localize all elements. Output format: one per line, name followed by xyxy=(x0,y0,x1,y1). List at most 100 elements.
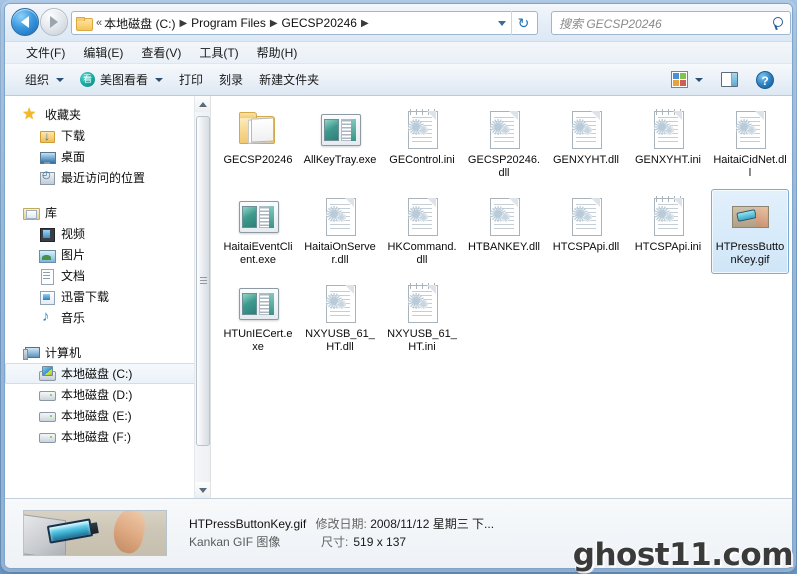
sidebar-item-videos[interactable]: 视频 xyxy=(5,223,210,244)
sidebar-item-drive-e[interactable]: 本地磁盘 (E:) xyxy=(5,405,210,426)
sidebar-label: 收藏夹 xyxy=(45,108,82,122)
file-item[interactable]: GENXYHT.ini xyxy=(629,102,707,187)
scroll-down-button[interactable] xyxy=(195,482,210,498)
toolbar-right-group: ? xyxy=(663,68,786,92)
new-folder-button[interactable]: 新建文件夹 xyxy=(251,68,327,91)
dll-file-icon xyxy=(726,107,774,151)
details-modified-label: 修改日期: xyxy=(315,516,367,531)
details-pane: HTPressButtonKey.gif 修改日期: 2008/11/12 星期… xyxy=(5,498,792,566)
sidebar-item-favorites[interactable]: 收藏夹 xyxy=(5,104,210,125)
preview-pane-button[interactable] xyxy=(713,69,746,90)
file-item[interactable]: HaitaiCidNet.dll xyxy=(711,102,789,187)
nav-group-computer: 计算机 本地磁盘 (C:) 本地磁盘 (D:) 本地磁盘 (E:) 本地磁盘 (… xyxy=(5,342,210,447)
breadcrumb-separator-icon[interactable]: ▶ xyxy=(361,18,369,29)
scroll-up-button[interactable] xyxy=(195,96,210,112)
sidebar-item-downloads[interactable]: 下载 xyxy=(5,125,210,146)
file-item[interactable]: NXYUSB_61_HT.dll xyxy=(301,276,379,361)
file-name: AllKeyTray.exe xyxy=(303,154,377,166)
address-history-dropdown-button[interactable] xyxy=(494,12,510,34)
file-item[interactable]: HTUnIECert.exe xyxy=(219,276,297,361)
file-item[interactable]: HTCSPApi.ini xyxy=(629,189,707,274)
nav-group-libraries: 库 视频 图片 文档 迅雷下载 ♪ 音乐 xyxy=(5,202,210,328)
sidebar-item-drive-f[interactable]: 本地磁盘 (F:) xyxy=(5,426,210,447)
sidebar-item-documents[interactable]: 文档 xyxy=(5,265,210,286)
dll-file-icon xyxy=(562,107,610,151)
file-item[interactable]: HKCommand.dll xyxy=(383,189,461,274)
back-button[interactable] xyxy=(11,8,39,36)
documents-icon xyxy=(39,268,55,285)
sidebar-label: 下载 xyxy=(61,129,86,143)
drive-icon xyxy=(39,408,56,424)
organize-button[interactable]: 组织 xyxy=(17,68,72,91)
sidebar-item-xunlei-download[interactable]: 迅雷下载 xyxy=(5,286,210,307)
dll-file-icon xyxy=(316,281,364,325)
forward-button[interactable] xyxy=(40,8,68,36)
sidebar-label: 文档 xyxy=(61,269,86,283)
file-item[interactable]: HTCSPApi.dll xyxy=(547,189,625,274)
meitu-viewer-button[interactable]: 看 美图看看 xyxy=(72,68,171,91)
preview-thumbnail xyxy=(23,509,167,556)
file-item[interactable]: HaitaiEventClient.exe xyxy=(219,189,297,274)
sidebar-label: 视频 xyxy=(61,227,86,241)
meitu-label: 美图看看 xyxy=(100,73,149,87)
ini-file-icon xyxy=(398,107,446,151)
file-item[interactable]: GEControl.ini xyxy=(383,102,461,187)
menu-item-file[interactable]: 文件(F) xyxy=(17,42,74,63)
application-icon xyxy=(234,194,282,238)
breadcrumb-item-program-files[interactable]: Program Files xyxy=(191,16,266,30)
file-item[interactable]: NXYUSB_61_HT.ini xyxy=(383,276,461,361)
refresh-button[interactable]: ↻ xyxy=(511,11,535,35)
file-name: GEControl.ini xyxy=(389,154,455,166)
print-button[interactable]: 打印 xyxy=(171,68,211,91)
menu-item-tools[interactable]: 工具(T) xyxy=(190,42,247,63)
sidebar-item-drive-c[interactable]: 本地磁盘 (C:) xyxy=(5,363,210,384)
change-view-button[interactable] xyxy=(663,68,711,91)
search-input[interactable]: 搜索 GECSP20246 xyxy=(551,11,791,35)
file-item[interactable]: GECSP20246 xyxy=(219,102,297,187)
file-name: HTBANKEY.dll xyxy=(468,241,540,253)
breadcrumb-item-current-folder[interactable]: GECSP20246 xyxy=(282,16,357,30)
search-placeholder: 搜索 GECSP20246 xyxy=(559,16,662,31)
navigation-tree: 收藏夹 下载 桌面 最近访问的位置 xyxy=(5,96,210,447)
breadcrumb-separator-icon[interactable]: ▶ xyxy=(179,18,187,29)
file-item[interactable]: GENXYHT.dll xyxy=(547,102,625,187)
file-item[interactable]: HaitaiOnServer.dll xyxy=(301,189,379,274)
breadcrumb-item-drive[interactable]: 本地磁盘 (C:) xyxy=(104,15,175,32)
system-drive-icon xyxy=(39,365,56,382)
menu-item-view[interactable]: 查看(V) xyxy=(132,42,190,63)
sidebar-item-computer[interactable]: 计算机 xyxy=(5,342,210,363)
file-name: GECSP20246.dll xyxy=(467,154,541,179)
sidebar-label: 最近访问的位置 xyxy=(61,171,146,185)
help-button[interactable]: ? xyxy=(748,68,782,92)
explorer-window: « 本地磁盘 (C:) ▶ Program Files ▶ GECSP20246… xyxy=(4,3,793,569)
details-row-secondary: Kankan GIF 图像 尺寸: 519 x 137 xyxy=(189,533,494,551)
command-toolbar: 组织 看 美图看看 打印 刻录 新建文件夹 ? xyxy=(5,64,792,96)
file-name: HaitaiEventClient.exe xyxy=(223,241,293,266)
file-item[interactable]: HTBANKEY.dll xyxy=(465,189,543,274)
sidebar-item-drive-d[interactable]: 本地磁盘 (D:) xyxy=(5,384,210,405)
triangle-down-icon xyxy=(199,487,207,493)
burn-button[interactable]: 刻录 xyxy=(211,68,251,91)
details-row-primary: HTPressButtonKey.gif 修改日期: 2008/11/12 星期… xyxy=(189,515,494,533)
nav-group-favorites: 收藏夹 下载 桌面 最近访问的位置 xyxy=(5,104,210,188)
sidebar-label: 本地磁盘 (D:) xyxy=(61,388,133,402)
sidebar-item-libraries[interactable]: 库 xyxy=(5,202,210,223)
breadcrumb-separator-icon[interactable]: ▶ xyxy=(270,18,278,29)
menu-item-help[interactable]: 帮助(H) xyxy=(248,42,307,63)
file-list-pane[interactable]: GECSP20246 AllKeyTray.exe GEControl.ini xyxy=(211,96,792,498)
details-modified-value: 2008/11/12 星期三 下... xyxy=(370,516,495,531)
file-name: NXYUSB_61_HT.dll xyxy=(305,328,375,353)
file-item[interactable]: AllKeyTray.exe xyxy=(301,102,379,187)
file-item[interactable]: GECSP20246.dll xyxy=(465,102,543,187)
sidebar-item-music[interactable]: 音乐 xyxy=(5,307,210,328)
sidebar-item-recent-places[interactable]: 最近访问的位置 xyxy=(5,167,210,188)
sidebar-item-pictures[interactable]: 图片 xyxy=(5,244,210,265)
address-bar[interactable]: « 本地磁盘 (C:) ▶ Program Files ▶ GECSP20246… xyxy=(71,11,538,35)
file-item-selected[interactable]: HTPressButtonKey.gif xyxy=(711,189,789,274)
new-folder-label: 新建文件夹 xyxy=(259,73,320,87)
sidebar-item-desktop[interactable]: 桌面 xyxy=(5,146,210,167)
scrollbar-thumb[interactable] xyxy=(196,116,210,446)
menu-item-edit[interactable]: 编辑(E) xyxy=(74,42,132,63)
breadcrumb-overflow-icon[interactable]: « xyxy=(96,17,102,29)
navigation-pane-scrollbar[interactable] xyxy=(194,96,210,498)
